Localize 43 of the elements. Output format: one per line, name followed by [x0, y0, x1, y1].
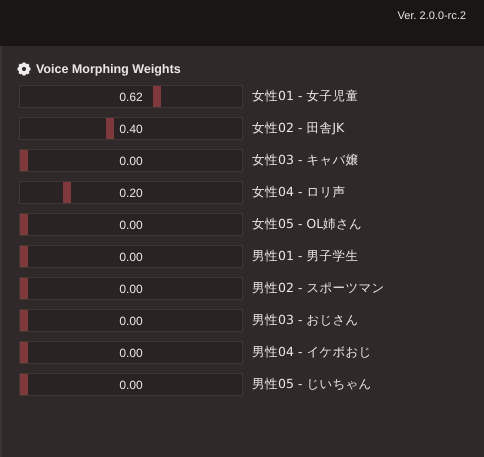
voice-label: 男性02 - スポーツマン — [252, 280, 384, 297]
slider-thumb[interactable] — [62, 182, 71, 203]
weight-value: 0.00 — [119, 218, 143, 232]
panel-title: Voice Morphing Weights — [36, 62, 181, 76]
slider-thumb[interactable] — [20, 246, 28, 267]
weight-value: 0.00 — [119, 250, 143, 264]
weight-slider[interactable]: 0.00 — [19, 277, 243, 300]
slider-thumb[interactable] — [20, 278, 28, 299]
voice-label: 女性03 - キャバ嬢 — [252, 152, 358, 169]
slider-thumb[interactable] — [20, 310, 28, 331]
weight-slider[interactable]: 0.20 — [19, 181, 243, 204]
weight-value: 0.62 — [119, 90, 143, 104]
weight-slider[interactable]: 0.00 — [19, 213, 243, 236]
voice-label: 男性03 - おじさん — [252, 312, 358, 329]
voice-label: 女性02 - 田舎JK — [252, 120, 344, 137]
slider-thumb[interactable] — [106, 118, 114, 139]
slider-thumb[interactable] — [20, 342, 28, 363]
weight-slider[interactable]: 0.00 — [19, 373, 243, 396]
weight-slider[interactable]: 0.40 — [19, 117, 243, 140]
slider-thumb[interactable] — [20, 374, 28, 395]
voice-label: 男性01 - 男子学生 — [252, 248, 358, 265]
weight-value: 0.00 — [119, 346, 143, 360]
weight-value: 0.20 — [119, 186, 143, 200]
weight-slider[interactable]: 0.62 — [19, 85, 243, 108]
slider-thumb[interactable] — [20, 150, 28, 171]
voice-label: 女性05 - OL姉さん — [252, 216, 362, 233]
weight-value: 0.00 — [119, 282, 143, 296]
weight-value: 0.00 — [119, 154, 143, 168]
weight-slider[interactable]: 0.00 — [19, 309, 243, 332]
voice-label: 男性05 - じいちゃん — [252, 376, 372, 393]
weight-value: 0.40 — [119, 122, 143, 136]
weight-slider[interactable]: 0.00 — [19, 245, 243, 268]
slider-thumb[interactable] — [20, 214, 28, 235]
weight-slider[interactable]: 0.00 — [19, 341, 243, 364]
slider-thumb[interactable] — [152, 86, 161, 107]
weight-value: 0.00 — [119, 314, 143, 328]
voice-label: 女性04 - ロリ声 — [252, 184, 346, 201]
voice-label: 女性01 - 女子児童 — [252, 88, 358, 105]
weight-slider[interactable]: 0.00 — [19, 149, 243, 172]
version-label: Ver. 2.0.0-rc.2 — [398, 10, 466, 22]
weight-value: 0.00 — [119, 378, 143, 392]
voice-label: 男性04 - イケボおじ — [252, 344, 372, 361]
gear-icon — [17, 62, 31, 76]
